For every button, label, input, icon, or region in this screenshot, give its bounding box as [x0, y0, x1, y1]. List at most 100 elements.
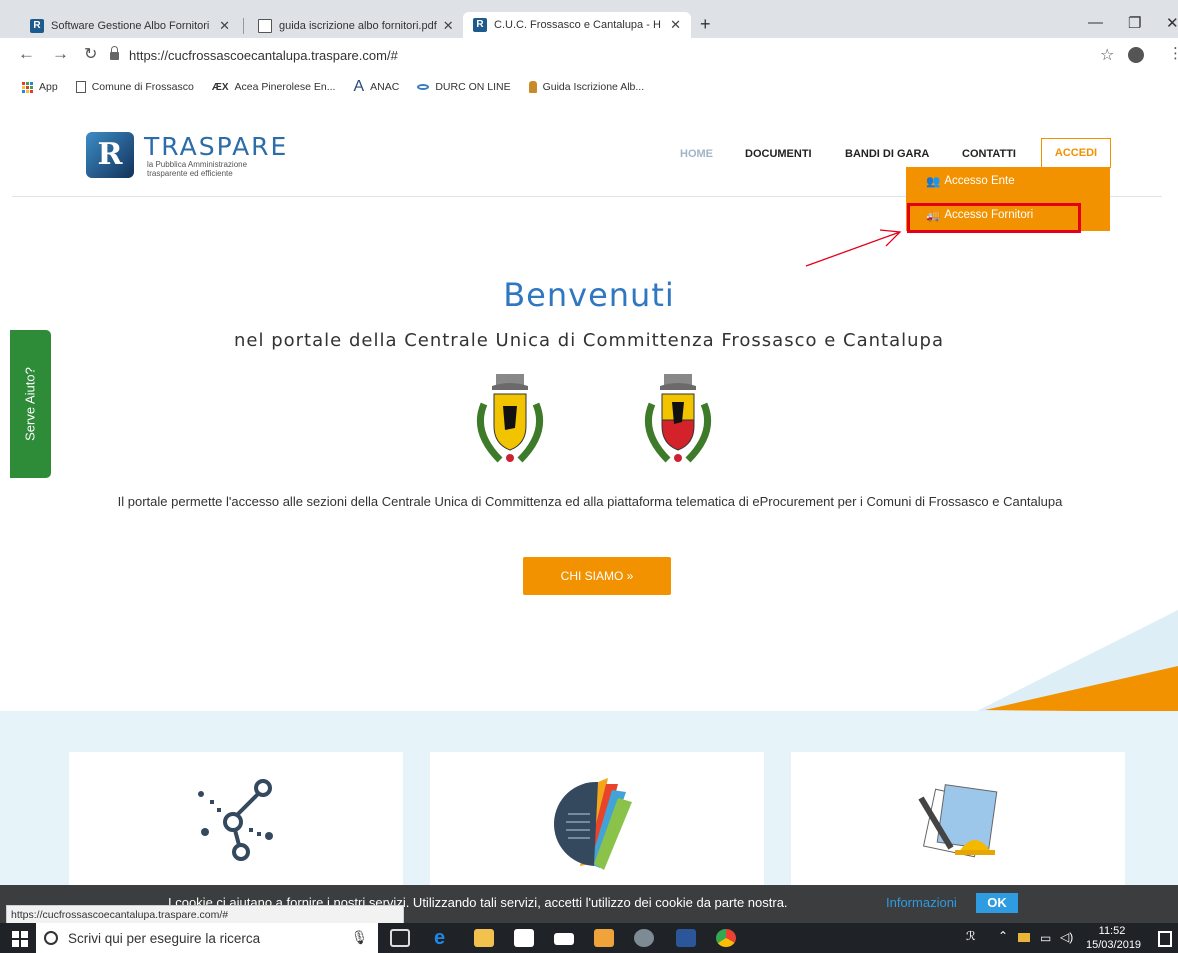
logo-tagline-line: trasparente ed efficiente: [147, 169, 233, 178]
star-bookmark-icon[interactable]: ☆: [1100, 45, 1114, 65]
new-tab-button[interactable]: +: [700, 14, 711, 35]
mail-icon[interactable]: [554, 933, 574, 945]
bookmark-label: ANAC: [370, 81, 400, 93]
reload-icon[interactable]: ↻: [84, 44, 97, 64]
bookmark-guida[interactable]: Guida Iscrizione Alb...: [528, 81, 645, 93]
taskbar-search-box[interactable]: Scrivi qui per eseguire la ricerca 🎙: [36, 923, 378, 953]
notifications-icon[interactable]: [1158, 931, 1172, 947]
profile-avatar-icon[interactable]: [1128, 47, 1144, 63]
cantalupa-coat-of-arms-icon: [644, 374, 712, 463]
welcome-heading: Benvenuti: [503, 276, 675, 314]
status-bar-url: https://cucfrossascoecantalupa.traspare.…: [6, 905, 404, 925]
traspare-favicon: R: [30, 19, 44, 33]
restore-button[interactable]: ❐: [1128, 14, 1141, 32]
logo-title[interactable]: TRASPARE: [144, 132, 288, 161]
anac-icon: A: [353, 78, 365, 95]
tab-close-icon[interactable]: ✕: [664, 17, 681, 33]
back-arrow-icon[interactable]: ←: [18, 44, 35, 64]
help-tab-label: Serve Aiuto?: [22, 367, 38, 441]
dropdown-label: Accesso Ente: [944, 175, 1015, 187]
file-explorer-icon[interactable]: [474, 929, 494, 947]
chrome-icon[interactable]: [716, 929, 736, 947]
guide-icon: [528, 81, 537, 93]
tab-close-icon[interactable]: ✕: [213, 18, 230, 34]
chi-siamo-button[interactable]: CHI SIAMO »: [523, 557, 671, 595]
bookmarks-bar: App Comune di Frossasco ÆX Acea Pinerole…: [0, 74, 1178, 100]
acea-icon: ÆX: [211, 81, 229, 93]
bookmark-label: Guida Iscrizione Alb...: [542, 81, 645, 93]
tab-divider: [243, 18, 244, 34]
traspare-logo-mark[interactable]: R: [86, 132, 134, 178]
document-fan-icon: [553, 778, 632, 870]
network-icon[interactable]: ▭: [1040, 931, 1051, 945]
microphone-icon[interactable]: 🎙: [351, 930, 368, 946]
menu-kebab-icon[interactable]: ⋮: [1168, 44, 1178, 62]
frossasco-coat-of-arms-icon: [476, 374, 544, 463]
document-icon: [75, 81, 86, 93]
taskbar-clock[interactable]: 11:52 15/03/2019: [1086, 924, 1142, 952]
chevron-up-icon[interactable]: ⌃: [998, 929, 1008, 943]
nav-contatti[interactable]: CONTATTI: [962, 148, 1016, 160]
bookmark-app[interactable]: App: [22, 81, 58, 93]
clock-date: 15/03/2019: [1086, 939, 1142, 951]
tab-title: guida iscrizione albo fornitori.pdf: [279, 20, 437, 32]
portal-description: Il portale permette l'accesso alle sezio…: [117, 494, 1063, 509]
battery-icon: [1018, 933, 1030, 942]
traspare-favicon: R: [473, 18, 487, 32]
search-placeholder: Scrivi qui per eseguire la ricerca: [68, 930, 261, 946]
forward-arrow-icon[interactable]: →: [52, 44, 69, 64]
document-icon: [258, 19, 272, 33]
lock-icon: [110, 46, 119, 60]
durc-icon: [417, 84, 430, 90]
tab-cuc-active[interactable]: R C.U.C. Frossasco e Cantalupa - H ✕: [463, 12, 691, 38]
bookmark-durc[interactable]: DURC ON LINE: [417, 81, 511, 93]
bookmark-comune-frossasco[interactable]: Comune di Frossasco: [75, 81, 194, 93]
bookmark-label: Comune di Frossasco: [91, 81, 194, 93]
bookmark-label: DURC ON LINE: [435, 81, 511, 93]
logo-tagline: la Pubblica Amministrazione trasparente …: [147, 160, 247, 178]
clock-time: 11:52: [1098, 925, 1126, 937]
feature-card-network[interactable]: [69, 752, 403, 902]
annotation-highlight-box: [907, 203, 1081, 233]
cortana-circle-icon: [44, 931, 58, 945]
tab-software-gestione[interactable]: R Software Gestione Albo Fornitori ✕: [20, 14, 240, 38]
bookmark-acea[interactable]: ÆX Acea Pinerolese En...: [212, 81, 336, 93]
edge-browser-icon[interactable]: e: [434, 928, 454, 948]
welcome-subtitle: nel portale della Centrale Unica di Comm…: [234, 330, 944, 351]
address-bar[interactable]: https://cucfrossascoecantalupa.traspare.…: [110, 44, 1070, 66]
tender-documents-icon: [918, 784, 998, 858]
word-icon[interactable]: [676, 929, 696, 947]
decorative-triangle-shape: [975, 610, 1178, 712]
nav-documenti[interactable]: DOCUMENTI: [745, 148, 812, 160]
store-icon[interactable]: [514, 929, 534, 947]
logo-tagline-line: la Pubblica Amministrazione: [147, 160, 248, 169]
nav-home[interactable]: HOME: [680, 148, 713, 160]
cookie-info-link[interactable]: Informazioni: [886, 895, 957, 910]
tab-guida-pdf[interactable]: guida iscrizione albo fornitori.pdf ✕: [248, 14, 460, 38]
task-view-icon[interactable]: [390, 929, 410, 947]
apps-grid-icon: [22, 81, 33, 93]
tab-close-icon[interactable]: ✕: [437, 18, 454, 34]
network-nodes-icon: [198, 779, 273, 861]
feature-card-tender[interactable]: [791, 752, 1125, 902]
volume-icon[interactable]: ◁): [1060, 930, 1073, 944]
bookmark-label: Acea Pinerolese En...: [234, 81, 336, 93]
tab-title: Software Gestione Albo Fornitori: [51, 20, 210, 32]
app-icon[interactable]: [634, 929, 654, 947]
annotation-arrow-icon: [805, 229, 902, 267]
window-close-button[interactable]: ✕: [1166, 14, 1178, 32]
url-text: https://cucfrossascoecantalupa.traspare.…: [129, 47, 398, 63]
windows-start-icon[interactable]: [12, 931, 28, 947]
nav-accedi[interactable]: ACCEDI: [1041, 138, 1111, 168]
help-side-tab[interactable]: Serve Aiuto?: [10, 330, 51, 478]
bookmark-anac[interactable]: A ANAC: [353, 78, 399, 96]
outlook-icon[interactable]: [594, 929, 614, 947]
feature-card-documents[interactable]: [430, 752, 764, 902]
tab-title: C.U.C. Frossasco e Cantalupa - H: [494, 19, 661, 31]
people-icon[interactable]: ℛ: [966, 929, 976, 943]
dropdown-accesso-ente[interactable]: 👥 Accesso Ente: [926, 174, 1015, 188]
minimize-button[interactable]: —: [1088, 14, 1103, 31]
nav-bandi-di-gara[interactable]: BANDI DI GARA: [845, 148, 929, 160]
bookmark-label: App: [39, 81, 58, 93]
cookie-ok-button[interactable]: OK: [976, 893, 1018, 913]
